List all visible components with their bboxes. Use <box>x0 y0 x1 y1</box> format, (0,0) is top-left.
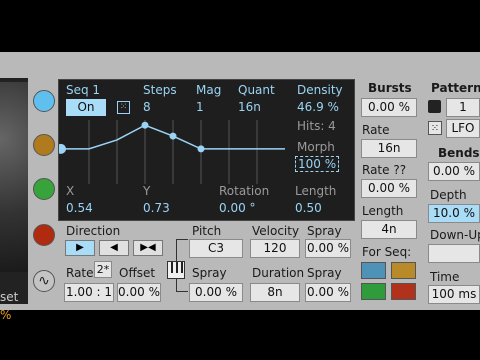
for-seq-2-swatch[interactable] <box>391 262 416 279</box>
bends-depth-value[interactable]: 10.0 % <box>428 204 480 223</box>
step-hit-point <box>59 143 66 154</box>
dice-icon[interactable]: ⁙ <box>117 101 130 114</box>
pattern-dice-icon[interactable]: ⁙ <box>428 121 442 135</box>
bursts-rate-value[interactable]: 16n <box>361 139 417 158</box>
offset-value[interactable]: 0.00 % <box>117 283 161 302</box>
device-panel: set % ∿ Seq 1 Steps Mag Quant Density On… <box>0 52 480 322</box>
sequencer-display: Seq 1 Steps Mag Quant Density On ⁙ 8 1 1… <box>58 79 355 221</box>
patterns-title: Patterns <box>431 81 480 95</box>
velocity-spray-value[interactable]: 0.00 % <box>305 239 351 258</box>
rate-value[interactable]: 1.00 : 1 <box>64 283 114 302</box>
step-hit-point <box>197 145 205 153</box>
seq-2-select-dot[interactable] <box>33 134 55 156</box>
patterns-lfo-button[interactable]: LFO <box>446 119 480 138</box>
mag-value[interactable]: 1 <box>196 100 204 114</box>
hits-label: Hits: 4 <box>297 119 336 133</box>
y-value[interactable]: 0.73 <box>143 201 170 215</box>
bends-panel: Bends 0.00 % Depth 10.0 % Down-Up Time 1… <box>424 144 480 304</box>
bends-time-label: Time <box>430 270 460 284</box>
bends-downup-value[interactable] <box>428 244 480 263</box>
duration-value[interactable]: 8n <box>250 283 300 302</box>
rate-multiplier[interactable]: 2* <box>94 261 112 278</box>
duration-spray-label: Spray <box>307 266 342 280</box>
quant-value[interactable]: 16n <box>238 100 261 114</box>
bursts-title: Bursts <box>368 81 412 95</box>
bends-time-value[interactable]: 100 ms <box>428 285 480 304</box>
duration-label: Duration <box>252 266 305 280</box>
density-label: Density <box>297 83 343 97</box>
bursts-length-value[interactable]: 4n <box>361 220 417 239</box>
connector-line <box>176 279 177 291</box>
pitch-spray-value[interactable]: 0.00 % <box>189 283 243 302</box>
left-knob-area: set % <box>0 78 28 322</box>
lock-icon[interactable] <box>428 100 441 113</box>
velocity-label: Velocity <box>252 224 300 238</box>
for-seq-label: For Seq: <box>362 245 412 259</box>
bursts-rate2-value[interactable]: 0.00 % <box>361 179 417 198</box>
steps-value[interactable]: 8 <box>143 100 151 114</box>
bursts-value[interactable]: 0.00 % <box>361 98 417 117</box>
x-label: X <box>66 184 75 198</box>
seq-4-select-dot[interactable] <box>33 224 55 246</box>
bursts-rate-label: Rate <box>362 123 390 137</box>
offset-label: Offset <box>119 266 156 280</box>
step-hit-point <box>141 121 149 129</box>
left-knob[interactable] <box>0 82 28 272</box>
left-partial-label: set <box>0 290 19 304</box>
piano-icon[interactable] <box>167 261 185 279</box>
velocity-value[interactable]: 120 <box>250 239 300 258</box>
connector-line <box>176 291 188 292</box>
length-label: Length <box>295 184 337 198</box>
rotation-label: Rotation <box>219 184 270 198</box>
bursts-panel: Bursts 0.00 % Rate 16n Rate ?? 0.00 % Le… <box>358 79 420 305</box>
length-value[interactable]: 0.50 <box>295 201 322 215</box>
bends-downup-label: Down-Up <box>430 228 480 242</box>
velocity-spray-label: Spray <box>307 224 342 238</box>
morph-value[interactable]: 100 % <box>295 156 340 172</box>
pitch-value[interactable]: C3 <box>189 239 243 258</box>
connector-line <box>176 239 188 240</box>
duration-spray-value[interactable]: 0.00 % <box>305 283 351 302</box>
density-value[interactable]: 46.9 % <box>297 100 339 114</box>
bends-value[interactable]: 0.00 % <box>428 162 480 181</box>
bursts-rate2-label: Rate ?? <box>362 163 407 177</box>
direction-label: Direction <box>66 224 121 238</box>
lfo-wave-icon[interactable]: ∿ <box>33 270 55 292</box>
seq-on-toggle[interactable]: On <box>66 99 106 116</box>
rotation-value[interactable]: 0.00 ° <box>219 201 256 215</box>
direction-forward-button[interactable]: ▶ <box>65 240 95 256</box>
for-seq-4-swatch[interactable] <box>391 283 416 300</box>
direction-pingpong-button[interactable]: ▶◀ <box>133 240 163 256</box>
step-graph[interactable] <box>59 120 289 190</box>
bends-depth-label: Depth <box>430 188 467 202</box>
y-label: Y <box>143 184 151 198</box>
pitch-label: Pitch <box>192 224 222 238</box>
left-partial-value: % <box>0 308 12 322</box>
patterns-panel: Patterns 1 ⁙ LFO <box>424 79 480 139</box>
rate-label: Rate <box>66 266 94 280</box>
mag-label: Mag <box>196 83 222 97</box>
x-value[interactable]: 0.54 <box>66 201 93 215</box>
connector-line <box>176 239 177 261</box>
bends-title: Bends <box>438 146 480 160</box>
morph-label: Morph <box>297 140 335 154</box>
seq-title: Seq 1 <box>66 83 101 97</box>
patterns-value[interactable]: 1 <box>446 98 480 117</box>
step-hit-point <box>169 132 177 140</box>
quant-label: Quant <box>238 83 275 97</box>
seq-3-select-dot[interactable] <box>33 178 55 200</box>
for-seq-3-swatch[interactable] <box>361 283 386 300</box>
bursts-length-label: Length <box>362 204 404 218</box>
steps-label: Steps <box>143 83 177 97</box>
seq-1-select-dot[interactable] <box>33 90 55 112</box>
for-seq-1-swatch[interactable] <box>361 262 386 279</box>
pitch-spray-label: Spray <box>192 266 227 280</box>
direction-reverse-button[interactable]: ◀ <box>99 240 129 256</box>
